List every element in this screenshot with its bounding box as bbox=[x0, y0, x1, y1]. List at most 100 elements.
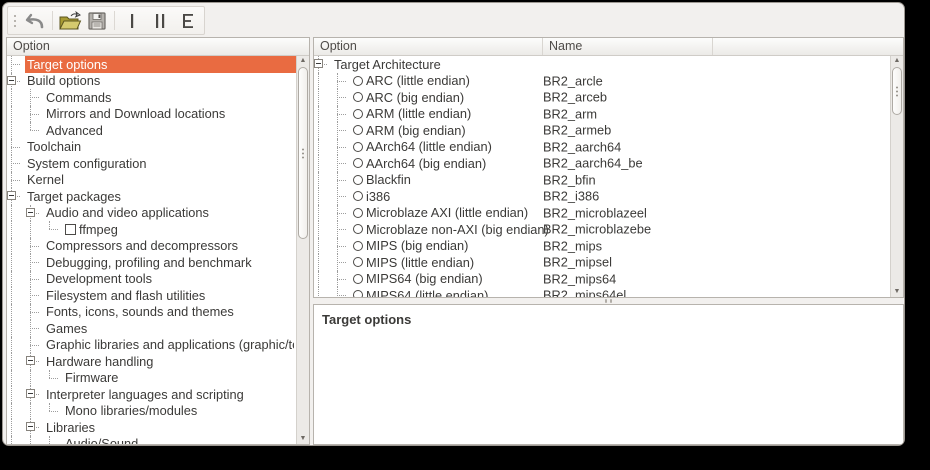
radio-unchecked-icon[interactable] bbox=[353, 158, 363, 168]
single-view-button[interactable] bbox=[119, 8, 145, 33]
split-view-button[interactable] bbox=[147, 8, 173, 33]
radio-unchecked-icon[interactable] bbox=[353, 224, 363, 234]
tree-row[interactable]: i386BR2_i386 bbox=[314, 188, 890, 205]
tree-row[interactable]: Debugging, profiling and benchmark bbox=[7, 254, 296, 271]
radio-unchecked-icon[interactable] bbox=[353, 109, 363, 119]
tree-row[interactable]: Mirrors and Download locations bbox=[7, 106, 296, 123]
collapse-minus-icon[interactable] bbox=[26, 389, 35, 398]
column-header-option[interactable]: Option bbox=[314, 38, 543, 55]
left-scrollbar[interactable]: ▲ ▼ bbox=[296, 56, 309, 444]
tree-row[interactable]: ARC (big endian)BR2_arceb bbox=[314, 89, 890, 106]
collapse-minus-icon[interactable] bbox=[7, 191, 16, 200]
tree-row[interactable]: Commands bbox=[7, 89, 296, 106]
left-scrollbar-thumb[interactable] bbox=[298, 67, 308, 239]
tree-row[interactable]: ARM (little endian)BR2_arm bbox=[314, 106, 890, 123]
radio-unchecked-icon[interactable] bbox=[353, 76, 363, 86]
tree-branch-tick bbox=[30, 97, 39, 98]
save-button[interactable] bbox=[84, 8, 110, 33]
tree-row[interactable]: Microblaze non-AXI (big endian)BR2_micro… bbox=[314, 221, 890, 238]
tree-row[interactable]: Graphic libraries and applications (grap… bbox=[7, 337, 296, 354]
tree-row[interactable]: Target options bbox=[7, 56, 296, 73]
tree-branch-tick bbox=[337, 262, 346, 263]
tree-row[interactable]: Interpreter languages and scripting bbox=[7, 386, 296, 403]
tree-row[interactable]: Target packages bbox=[7, 188, 296, 205]
radio-unchecked-icon[interactable] bbox=[353, 92, 363, 102]
tree-item-label: Debugging, profiling and benchmark bbox=[46, 255, 252, 270]
tree-row[interactable]: ARC (little endian)BR2_arcle bbox=[314, 73, 890, 90]
radio-unchecked-icon[interactable] bbox=[353, 142, 363, 152]
radio-unchecked-icon[interactable] bbox=[353, 191, 363, 201]
tree-row[interactable]: MIPS64 (big endian)BR2_mips64 bbox=[314, 271, 890, 288]
radio-unchecked-icon[interactable] bbox=[353, 241, 363, 251]
tree-row[interactable]: AArch64 (big endian)BR2_aarch64_be bbox=[314, 155, 890, 172]
toolbar-grip[interactable] bbox=[12, 12, 19, 30]
radio-unchecked-icon[interactable] bbox=[353, 290, 363, 297]
tree-item-label: Target Architecture bbox=[334, 57, 441, 72]
column-header-option[interactable]: Option bbox=[7, 38, 309, 55]
collapse-minus-icon[interactable] bbox=[26, 422, 35, 431]
collapse-minus-icon[interactable] bbox=[26, 356, 35, 365]
tree-row[interactable]: Hardware handling bbox=[7, 353, 296, 370]
collapse-minus-icon[interactable] bbox=[26, 208, 35, 217]
tree-row[interactable]: Libraries bbox=[7, 419, 296, 436]
scroll-down-icon[interactable]: ▼ bbox=[297, 434, 309, 444]
radio-unchecked-icon[interactable] bbox=[353, 274, 363, 284]
tree-row[interactable]: Firmware bbox=[7, 370, 296, 387]
single-pane-icon bbox=[122, 11, 142, 31]
tree-branch-tick bbox=[337, 114, 346, 115]
row-content: Target packages bbox=[25, 188, 296, 205]
tree-row[interactable]: Development tools bbox=[7, 271, 296, 288]
tree-branch-tick bbox=[30, 114, 39, 115]
tree-row[interactable]: AArch64 (little endian)BR2_aarch64 bbox=[314, 139, 890, 156]
tree-guide-line bbox=[11, 271, 12, 288]
tree-row[interactable]: Audio/Sound bbox=[7, 436, 296, 445]
radio-unchecked-icon[interactable] bbox=[353, 175, 363, 185]
collapse-minus-icon[interactable] bbox=[7, 76, 16, 85]
tree-row[interactable]: Fonts, icons, sounds and themes bbox=[7, 304, 296, 321]
tree-branch-tick bbox=[30, 295, 39, 296]
tree-item-label: MIPS (little endian) bbox=[366, 255, 474, 270]
tree-item-label: Audio/Sound bbox=[65, 436, 138, 444]
radio-unchecked-icon[interactable] bbox=[353, 125, 363, 135]
tree-row[interactable]: Microblaze AXI (little endian)BR2_microb… bbox=[314, 205, 890, 222]
undo-button[interactable] bbox=[22, 8, 48, 33]
tree-row[interactable]: System configuration bbox=[7, 155, 296, 172]
tree-row[interactable]: MIPS (little endian)BR2_mipsel bbox=[314, 254, 890, 271]
full-view-button[interactable] bbox=[175, 8, 201, 33]
tree-branch-tick bbox=[337, 97, 346, 98]
tree-row[interactable]: Advanced bbox=[7, 122, 296, 139]
radio-unchecked-icon[interactable] bbox=[353, 257, 363, 267]
tree-row[interactable]: Audio and video applications bbox=[7, 205, 296, 222]
tree-row[interactable]: Compressors and decompressors bbox=[7, 238, 296, 255]
tree-row[interactable]: Games bbox=[7, 320, 296, 337]
right-scrollbar[interactable]: ▲ ▼ bbox=[890, 56, 903, 297]
tree-row[interactable]: Filesystem and flash utilities bbox=[7, 287, 296, 304]
tree-row[interactable]: BlackfinBR2_bfin bbox=[314, 172, 890, 189]
tree-row[interactable]: MIPS64 (little endian)BR2_mips64el bbox=[314, 287, 890, 297]
checkbox-unchecked-icon[interactable] bbox=[65, 224, 76, 235]
tree-row[interactable]: Toolchain bbox=[7, 139, 296, 156]
tree-branch-tick bbox=[30, 279, 39, 280]
tree-row[interactable]: MIPS (big endian)BR2_mips bbox=[314, 238, 890, 255]
tree-row[interactable]: Build options bbox=[7, 73, 296, 90]
radio-unchecked-icon[interactable] bbox=[353, 208, 363, 218]
tree-guide-line bbox=[30, 403, 31, 420]
scroll-down-icon[interactable]: ▼ bbox=[891, 287, 903, 297]
tree-row[interactable]: ARM (big endian)BR2_armeb bbox=[314, 122, 890, 139]
right-scrollbar-thumb[interactable] bbox=[892, 67, 902, 115]
scroll-up-icon[interactable]: ▲ bbox=[297, 56, 309, 66]
tree-guide-line bbox=[11, 436, 12, 445]
column-header-name[interactable]: Name bbox=[543, 38, 713, 55]
scroll-up-icon[interactable]: ▲ bbox=[891, 56, 903, 66]
tree-row[interactable]: Target Architecture bbox=[314, 56, 890, 73]
tree-item-label: Audio and video applications bbox=[46, 205, 209, 220]
row-content: Toolchain bbox=[25, 139, 296, 156]
tree-item-label: Mono libraries/modules bbox=[65, 403, 197, 418]
tree-row[interactable]: Kernel bbox=[7, 172, 296, 189]
tree-row[interactable]: ffmpeg bbox=[7, 221, 296, 238]
row-content: Games bbox=[44, 320, 296, 337]
open-button[interactable] bbox=[57, 8, 83, 33]
collapse-minus-icon[interactable] bbox=[314, 59, 323, 68]
tree-row[interactable]: Mono libraries/modules bbox=[7, 403, 296, 420]
row-content: Interpreter languages and scripting bbox=[44, 386, 296, 403]
